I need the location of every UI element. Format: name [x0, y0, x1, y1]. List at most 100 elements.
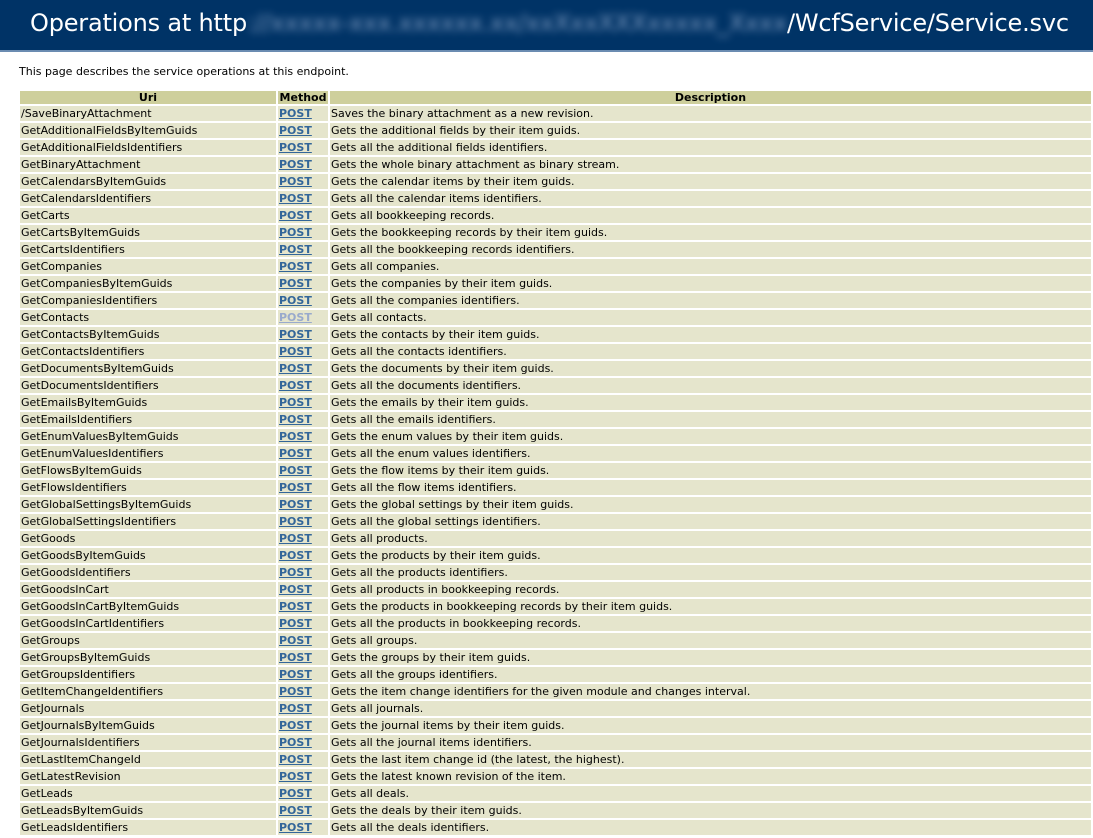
operation-method-cell: POST — [278, 684, 328, 699]
operation-uri: GetJournalsByItemGuids — [20, 718, 276, 733]
method-link[interactable]: POST — [279, 770, 312, 783]
method-link[interactable]: POST — [279, 549, 312, 562]
method-link[interactable]: POST — [279, 294, 312, 307]
method-link[interactable]: POST — [279, 260, 312, 273]
method-link[interactable]: POST — [279, 719, 312, 732]
method-link[interactable]: POST — [279, 243, 312, 256]
operation-method-cell: POST — [278, 718, 328, 733]
operation-uri: GetGroups — [20, 633, 276, 648]
method-link[interactable]: POST — [279, 481, 312, 494]
operation-uri: GetCompaniesByItemGuids — [20, 276, 276, 291]
method-link[interactable]: POST — [279, 345, 312, 358]
operation-description: Gets the latest known revision of the it… — [330, 769, 1091, 784]
method-link[interactable]: POST — [279, 379, 312, 392]
operation-uri: GetCartsByItemGuids — [20, 225, 276, 240]
operation-uri: GetGoodsInCartIdentifiers — [20, 616, 276, 631]
method-link[interactable]: POST — [279, 583, 312, 596]
method-link[interactable]: POST — [279, 821, 312, 834]
method-link[interactable]: POST — [279, 328, 312, 341]
table-row: GetJournals POST Gets all journals. — [20, 701, 1091, 716]
operation-uri: GetJournalsIdentifiers — [20, 735, 276, 750]
operation-method-cell: POST — [278, 344, 328, 359]
operation-uri: GetContactsIdentifiers — [20, 344, 276, 359]
operation-description: Gets the item change identifiers for the… — [330, 684, 1091, 699]
operation-description: Gets all the journal items identifiers. — [330, 735, 1091, 750]
operation-method-cell: POST — [278, 548, 328, 563]
operation-method-cell: POST — [278, 276, 328, 291]
method-link[interactable]: POST — [279, 566, 312, 579]
method-link[interactable]: POST — [279, 651, 312, 664]
operation-method-cell: POST — [278, 531, 328, 546]
operation-description: Gets all the emails identifiers. — [330, 412, 1091, 427]
method-link[interactable]: POST — [279, 668, 312, 681]
method-link[interactable]: POST — [279, 532, 312, 545]
method-link[interactable]: POST — [279, 209, 312, 222]
method-link[interactable]: POST — [279, 107, 312, 120]
table-row: GetCalendarsByItemGuids POST Gets the cale… — [20, 174, 1091, 189]
operation-description: Gets the bookkeeping records by their it… — [330, 225, 1091, 240]
method-link[interactable]: POST — [279, 226, 312, 239]
operation-description: Gets all journals. — [330, 701, 1091, 716]
operation-description: Gets all bookkeeping records. — [330, 208, 1091, 223]
table-row: GetGlobalSettingsIdentifiers POST Gets all… — [20, 514, 1091, 529]
operation-method-cell: POST — [278, 633, 328, 648]
method-link[interactable]: POST — [279, 685, 312, 698]
method-link[interactable]: POST — [279, 141, 312, 154]
method-link[interactable]: POST — [279, 787, 312, 800]
method-link[interactable]: POST — [279, 464, 312, 477]
method-link[interactable]: POST — [279, 311, 312, 324]
operation-description: Gets all products in bookkeeping records… — [330, 582, 1091, 597]
method-link[interactable]: POST — [279, 634, 312, 647]
operation-method-cell: POST — [278, 378, 328, 393]
operation-method-cell: POST — [278, 582, 328, 597]
table-row: GetCompanies POST Gets all companies. — [20, 259, 1091, 274]
table-row: GetLatestRevision POST Gets the latest kno… — [20, 769, 1091, 784]
method-link[interactable]: POST — [279, 396, 312, 409]
operation-method-cell: POST — [278, 735, 328, 750]
operation-uri: GetGlobalSettingsIdentifiers — [20, 514, 276, 529]
method-link[interactable]: POST — [279, 617, 312, 630]
operation-description: Gets all contacts. — [330, 310, 1091, 325]
method-link[interactable]: POST — [279, 498, 312, 511]
operation-uri: GetCarts — [20, 208, 276, 223]
method-link[interactable]: POST — [279, 277, 312, 290]
operation-description: Gets the products by their item guids. — [330, 548, 1091, 563]
method-link[interactable]: POST — [279, 753, 312, 766]
method-link[interactable]: POST — [279, 702, 312, 715]
method-link[interactable]: POST — [279, 804, 312, 817]
method-link[interactable]: POST — [279, 515, 312, 528]
method-link[interactable]: POST — [279, 192, 312, 205]
operation-description: Gets all the enum values identifiers. — [330, 446, 1091, 461]
operation-description: Gets all the flow items identifiers. — [330, 480, 1091, 495]
method-link[interactable]: POST — [279, 600, 312, 613]
method-link[interactable]: POST — [279, 175, 312, 188]
operation-uri: GetGoodsByItemGuids — [20, 548, 276, 563]
table-row: GetEmailsByItemGuids POST Gets the emails … — [20, 395, 1091, 410]
operation-method-cell: POST — [278, 412, 328, 427]
operation-method-cell: POST — [278, 208, 328, 223]
operation-method-cell: POST — [278, 463, 328, 478]
method-link[interactable]: POST — [279, 158, 312, 171]
page-title: Operations at http://xxxxx-xxx.xxxxxx.xx… — [30, 9, 1069, 37]
method-link[interactable]: POST — [279, 362, 312, 375]
operation-method-cell: POST — [278, 157, 328, 172]
table-row: GetCartsByItemGuids POST Gets the bookkeep… — [20, 225, 1091, 240]
method-link[interactable]: POST — [279, 413, 312, 426]
method-link[interactable]: POST — [279, 124, 312, 137]
operation-description: Gets all the bookkeeping records identif… — [330, 242, 1091, 257]
operation-uri: GetContacts — [20, 310, 276, 325]
operation-uri: GetEnumValuesByItemGuids — [20, 429, 276, 444]
table-row: GetDocumentsIdentifiers POST Gets all the … — [20, 378, 1091, 393]
table-row: GetGoodsInCartByItemGuids POST Gets the pr… — [20, 599, 1091, 614]
operation-method-cell: POST — [278, 395, 328, 410]
table-row: GetCarts POST Gets all bookkeeping records… — [20, 208, 1091, 223]
operation-method-cell: POST — [278, 123, 328, 138]
method-link[interactable]: POST — [279, 447, 312, 460]
intro-text: This page describes the service operatio… — [19, 65, 349, 78]
page-header: Operations at http://xxxxx-xxx.xxxxxx.xx… — [0, 0, 1093, 52]
operation-uri: GetLeadsIdentifiers — [20, 820, 276, 835]
column-header-description: Description — [330, 91, 1091, 104]
method-link[interactable]: POST — [279, 736, 312, 749]
method-link[interactable]: POST — [279, 430, 312, 443]
operation-description: Gets all the additional fields identifie… — [330, 140, 1091, 155]
